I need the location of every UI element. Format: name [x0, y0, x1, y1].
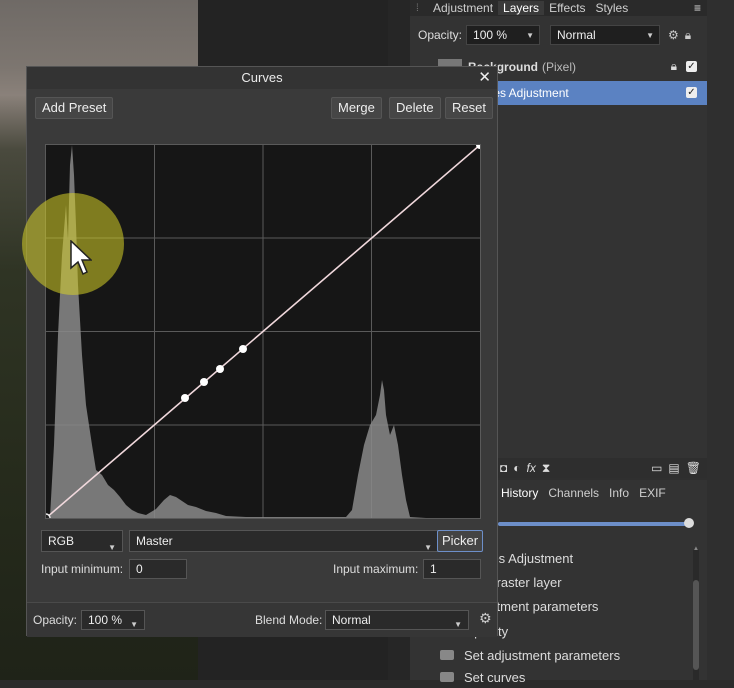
history-slider[interactable]: [498, 518, 694, 528]
channel-mode-select[interactable]: RGB ▼: [41, 530, 123, 552]
channel-mode-value: RGB: [48, 534, 75, 548]
gear-icon[interactable]: ⚙: [668, 28, 679, 42]
layer-opacity-row: Opacity: 100 % ▼ Normal ▼ ⚙ 🔒︎: [410, 22, 707, 48]
blend-mode-combo[interactable]: Normal ▼: [550, 25, 661, 45]
curves-graph-svg[interactable]: [41, 141, 484, 523]
opacity-label: Opacity:: [418, 28, 463, 42]
dialog-titlebar[interactable]: Curves ✕: [27, 67, 497, 89]
blend-mode-label: Blend Mode:: [255, 613, 323, 627]
tab-layers[interactable]: Layers: [498, 1, 545, 15]
layer-type: (Pixel): [542, 60, 577, 74]
opacity-combo[interactable]: 100 % ▼: [466, 25, 541, 45]
input-max-label: Input maximum:: [333, 562, 419, 576]
visibility-checkbox[interactable]: ✓: [686, 87, 697, 98]
close-icon[interactable]: ✕: [478, 67, 491, 89]
folder-icon[interactable]: ▭: [651, 461, 662, 475]
tab-adjustment[interactable]: Adjustment: [428, 1, 498, 15]
curve-point[interactable]: [216, 365, 224, 373]
hourglass-icon[interactable]: ⧗: [542, 461, 550, 476]
footer-opacity-value: 100 %: [88, 613, 123, 627]
tab-history[interactable]: History: [496, 486, 543, 500]
delete-button[interactable]: Delete: [389, 97, 441, 119]
add-preset-button[interactable]: Add Preset: [35, 97, 114, 119]
opacity-value: 100 %: [473, 28, 508, 42]
merge-button[interactable]: Merge: [331, 97, 382, 119]
history-item-icon: [440, 650, 454, 660]
footer-blend-mode-value: Normal: [332, 613, 371, 627]
history-item-label: Set adjustment parameters: [464, 647, 621, 663]
tab-channels[interactable]: Channels: [543, 486, 604, 500]
footer-opacity-combo[interactable]: 100 % ▼: [81, 610, 145, 630]
visibility-checkbox[interactable]: ✓: [686, 61, 697, 72]
history-item[interactable]: Set curves: [440, 666, 525, 688]
history-item-label: Set curves: [464, 669, 526, 685]
reset-button[interactable]: Reset: [445, 97, 493, 119]
mask-icon[interactable]: ◘: [500, 461, 507, 475]
footer-opacity-label: Opacity:: [33, 613, 78, 627]
dialog-title: Curves: [241, 70, 283, 85]
mouse-pointer-icon: [70, 240, 92, 276]
adjustment-icon[interactable]: ◐: [513, 461, 520, 475]
history-item-icon: [440, 672, 454, 682]
curves-graph[interactable]: [41, 141, 484, 523]
history-scrollbar[interactable]: [693, 550, 699, 680]
curve-point[interactable]: [239, 345, 247, 353]
grip-icon[interactable]: ⁞: [410, 3, 428, 14]
history-tabs: History Channels Info EXIF: [496, 480, 671, 506]
slider-knob[interactable]: [684, 518, 694, 528]
input-max-field[interactable]: 1: [423, 559, 481, 579]
channel-row: RGB ▼ Master ▼ Picker: [37, 530, 491, 552]
chevron-down-icon: ▼: [646, 31, 655, 40]
fx-icon[interactable]: fx: [527, 461, 536, 475]
footer-blend-mode-combo[interactable]: Normal ▼: [325, 610, 469, 630]
tab-effects[interactable]: Effects: [544, 1, 590, 15]
add-layer-icon[interactable]: ▤: [668, 461, 679, 475]
blend-mode-value: Normal: [557, 28, 596, 42]
lock-icon[interactable]: 🔒︎: [685, 28, 691, 43]
history-item[interactable]: Set adjustment parameters: [440, 644, 620, 666]
channel-select[interactable]: Master ▼: [129, 530, 439, 552]
dialog-footer: Opacity: 100 % ▼ Blend Mode: Normal ▼ ⚙: [27, 602, 497, 637]
chevron-down-icon: ▼: [130, 620, 138, 629]
curves-dialog: Curves ✕ Add Preset Merge Delete Reset R…: [26, 66, 498, 637]
curve-point[interactable]: [181, 394, 189, 402]
chevron-down-icon: ▼: [526, 31, 535, 40]
panel-tabs: ⁞ Adjustment Layers Effects Styles ≡: [410, 0, 707, 16]
curve-point[interactable]: [200, 378, 208, 386]
scrollbar-thumb[interactable]: [693, 580, 699, 670]
picker-button[interactable]: Picker: [437, 530, 483, 552]
gear-icon[interactable]: ⚙: [479, 610, 492, 627]
input-min-label: Input minimum:: [41, 562, 124, 576]
panel-menu-icon[interactable]: ≡: [694, 1, 707, 15]
chevron-down-icon: ▼: [454, 620, 462, 629]
input-min-field[interactable]: 0: [129, 559, 187, 579]
chevron-down-icon: ▼: [108, 543, 116, 552]
chevron-down-icon: ▼: [424, 543, 432, 552]
channel-value: Master: [136, 534, 173, 548]
dialog-toolbar: Add Preset Merge Delete Reset: [27, 89, 497, 123]
tab-exif[interactable]: EXIF: [634, 486, 671, 500]
tab-styles[interactable]: Styles: [591, 1, 634, 15]
tab-info[interactable]: Info: [604, 486, 634, 500]
trash-icon[interactable]: 🗑︎: [686, 461, 707, 475]
lock-icon[interactable]: 🔒︎: [671, 59, 677, 74]
